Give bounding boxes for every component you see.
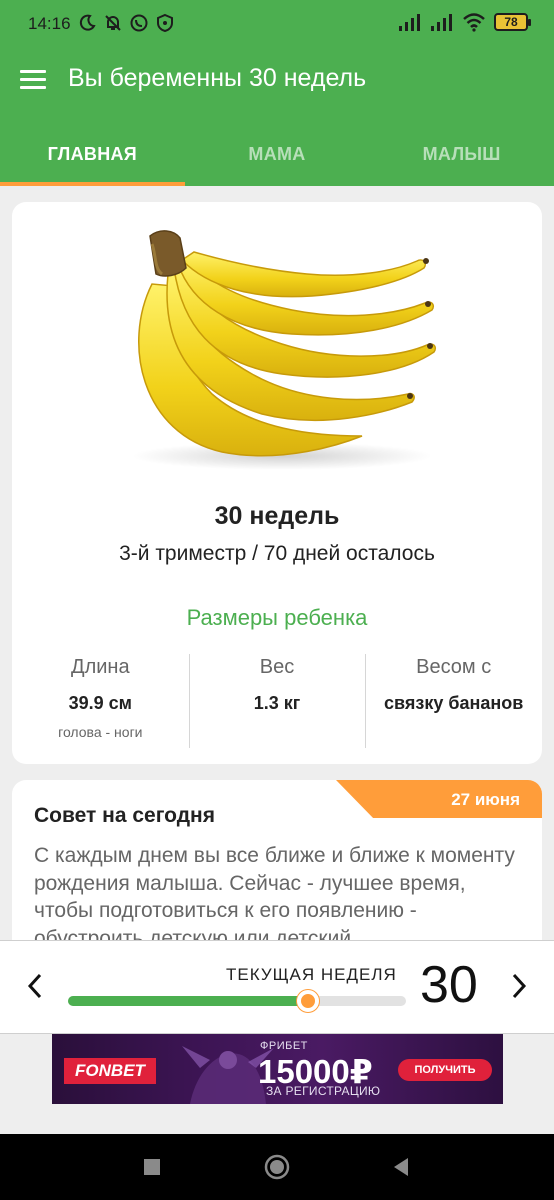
home-button[interactable] — [264, 1154, 290, 1180]
week-slider-thumb[interactable] — [296, 990, 319, 1012]
previous-week-button[interactable] — [20, 969, 50, 1003]
size-label: Длина — [71, 656, 130, 678]
back-button[interactable] — [388, 1154, 414, 1180]
circle-icon — [264, 1154, 290, 1180]
tab-main[interactable]: ГЛАВНАЯ — [0, 110, 185, 186]
banana-image — [132, 230, 437, 470]
current-week-label: ТЕКУЩАЯ НЕДЕЛЯ — [226, 965, 397, 984]
signal-icon — [431, 14, 452, 31]
size-length: Длина 39.9 см голова - ноги — [12, 652, 189, 748]
wifi-icon — [463, 13, 485, 32]
baby-sizes: Длина 39.9 см голова - ноги Вес 1.3 кг В… — [12, 652, 542, 748]
tip-title: Совет на сегодня — [34, 804, 215, 827]
square-icon — [144, 1159, 160, 1175]
app-screen: 14:16 78 Вы беременны 30 недель ГЛАВНАЯ … — [0, 0, 554, 1200]
week-progress-fill — [68, 996, 308, 1006]
chevron-left-icon — [27, 973, 42, 999]
whatsapp-icon — [128, 12, 150, 34]
ad-banner[interactable]: FONBET ФРИБЕТ 15000₽ ЗА РЕГИСТРАЦИЮ ПОЛУ… — [52, 1034, 503, 1104]
size-comparison: Весом с связку бананов — [365, 652, 542, 748]
size-label: Весом с — [416, 656, 492, 678]
battery-level: 78 — [504, 15, 518, 29]
triangle-back-icon — [394, 1158, 408, 1176]
ad-area: FONBET ФРИБЕТ 15000₽ ЗА РЕГИСТРАЦИЮ ПОЛУ… — [0, 1034, 554, 1134]
signal-icon — [399, 14, 420, 31]
ad-small-text: ФРИБЕТ — [260, 1040, 308, 1052]
size-label: Вес — [259, 656, 295, 678]
chevron-right-icon — [512, 973, 527, 999]
page-title: Вы беременны 30 недель — [68, 64, 367, 92]
tip-text: С каждым днем вы все ближе и ближе к мом… — [34, 844, 515, 950]
moon-icon — [76, 12, 98, 34]
size-value: 1.3 кг — [253, 693, 301, 713]
current-week-number: 30 — [420, 956, 478, 1014]
week-selector: ТЕКУЩАЯ НЕДЕЛЯ 30 — [0, 940, 554, 1034]
shield-icon — [154, 12, 176, 34]
recents-button[interactable] — [139, 1154, 165, 1180]
app-bar: Вы беременны 30 недель — [0, 50, 554, 110]
navigation-bar — [0, 1134, 554, 1200]
week-progress-slider[interactable] — [68, 990, 406, 1012]
tab-mom[interactable]: МАМА — [185, 110, 370, 186]
menu-button[interactable] — [20, 64, 48, 94]
status-left-icons — [76, 12, 176, 34]
status-time: 14:16 — [28, 14, 71, 33]
ad-cta-button[interactable]: ПОЛУЧИТЬ — [398, 1059, 492, 1081]
tip-date: 27 июня — [451, 790, 520, 809]
size-value: связку бананов — [384, 693, 524, 713]
next-week-button[interactable] — [504, 969, 534, 1003]
tab-bar: ГЛАВНАЯ МАМА МАЛЫШ — [0, 110, 554, 186]
size-note: голова - ноги — [58, 724, 143, 740]
status-bar: 14:16 78 — [0, 0, 554, 50]
trimester-info: 3-й триместр / 70 дней осталось — [119, 542, 435, 565]
battery-icon: 78 — [494, 13, 531, 31]
ad-logo: FONBET — [64, 1058, 156, 1084]
fruit-card: 30 недель 3-й триместр / 70 дней осталос… — [12, 202, 542, 764]
size-weight: Вес 1.3 кг — [188, 652, 366, 748]
status-right-icons: 78 — [398, 12, 531, 32]
ad-subtext: ЗА РЕГИСТРАЦИЮ — [266, 1084, 381, 1098]
size-value: 39.9 см — [68, 693, 133, 713]
bell-off-icon — [102, 12, 124, 34]
baby-sizes-heading: Размеры ребенка — [186, 605, 368, 630]
tab-baby[interactable]: МАЛЫШ — [369, 110, 554, 186]
week-title: 30 недель — [214, 502, 340, 530]
